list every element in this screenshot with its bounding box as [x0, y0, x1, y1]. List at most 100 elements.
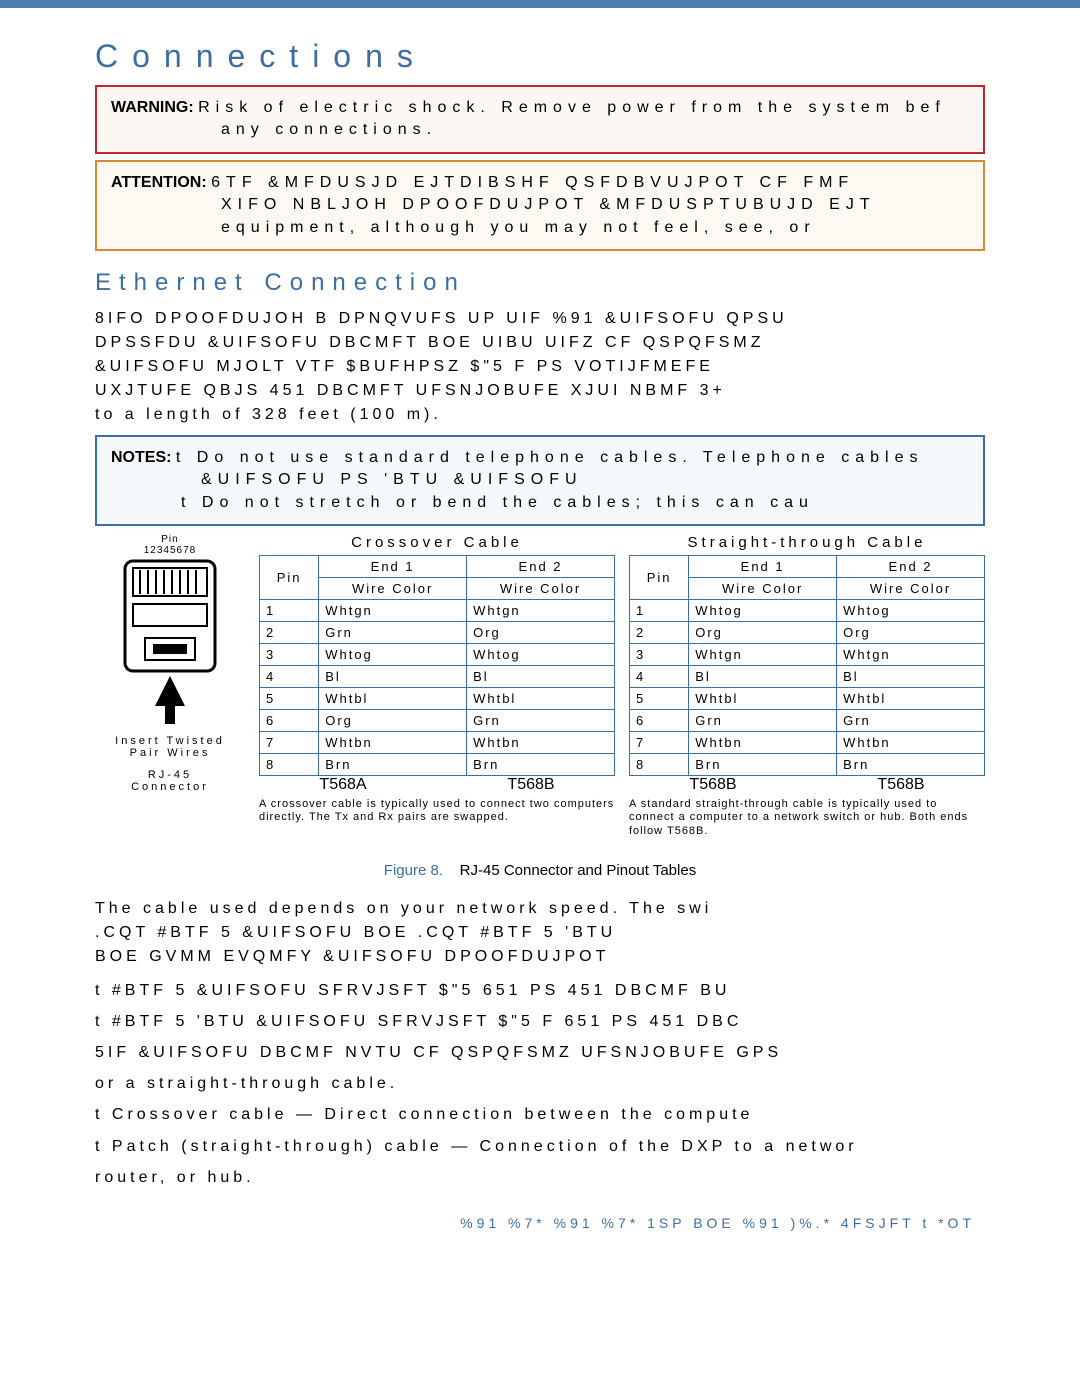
table-row: 7WhtbnWhtbn	[260, 732, 615, 754]
table-cell: Brn	[837, 754, 985, 776]
straight-table: Pin End 1 End 2 Wire Color Wire Color 1W…	[629, 555, 985, 776]
body-paragraph-2: The cable used depends on your network s…	[95, 897, 985, 969]
table-cell: Whtgn	[467, 600, 615, 622]
crossover-table: Pin End 1 End 2 Wire Color Wire Color 1W…	[259, 555, 615, 776]
table-cell: 1	[630, 600, 689, 622]
crossover-head-end2: End 2	[467, 556, 615, 578]
table-cell: Whtog	[837, 600, 985, 622]
table-cell: Org	[689, 622, 837, 644]
warning-text-1: Risk of electric shock. Remove power fro…	[198, 99, 946, 116]
table-cell: 5	[630, 688, 689, 710]
table-cell: Org	[837, 622, 985, 644]
straight-foot-row: T568B T568B	[629, 776, 985, 794]
intro-paragraph: 8IFO DPOOFDUJOH B DPNQVUFS UP UIF %91 &U…	[95, 307, 985, 427]
rj45-label: RJ-45	[95, 769, 245, 781]
insert-label: Insert Twisted	[95, 735, 245, 747]
table-row: 3WhtogWhtog	[260, 644, 615, 666]
attention-text-1: 6TF &MFDUSJD EJTDIBSHF QSFDBVUJPOT CF FM…	[211, 174, 854, 191]
table-row: 5WhtblWhtbl	[260, 688, 615, 710]
table-row: 2OrgOrg	[630, 622, 985, 644]
page-footer: %91 %7* %91 %7* 1SP BOE %91 )%.* 4FSJFT …	[95, 1215, 985, 1231]
attention-box: ATTENTION: 6TF &MFDUSJD EJTDIBSHF QSFDBV…	[95, 160, 985, 251]
bullet-4: or a straight-through cable.	[95, 1070, 985, 1097]
intro-line-5: to a length of 328 feet (100 m).	[95, 406, 442, 423]
notes-box: NOTES: t Do not use standard telephone c…	[95, 435, 985, 526]
table-cell: Whtgn	[319, 600, 467, 622]
table-cell: Bl	[689, 666, 837, 688]
table-cell: 7	[260, 732, 319, 754]
body2-line-1: The cable used depends on your network s…	[95, 900, 712, 917]
table-cell: Bl	[837, 666, 985, 688]
intro-line-2: DPSSFDU &UIFSOFU DBCMFT BOE UIBU UIFZ CF…	[95, 334, 765, 351]
straight-table-column: Straight-through Cable Pin End 1 End 2 W…	[629, 534, 985, 838]
bullet-6: t Patch (straight-through) cable — Conne…	[95, 1133, 985, 1160]
table-cell: Whtgn	[689, 644, 837, 666]
intro-line-1: 8IFO DPOOFDUJOH B DPNQVUFS UP UIF %91 &U…	[95, 310, 788, 327]
top-accent-bar	[0, 0, 1080, 8]
table-cell: Whtbn	[689, 732, 837, 754]
notes-label: NOTES:	[111, 449, 171, 466]
crossover-title: Crossover Cable	[259, 534, 615, 551]
crossover-note: A crossover cable is typically used to c…	[259, 798, 615, 824]
attention-text-3: equipment, although you may not feel, se…	[221, 219, 816, 236]
table-cell: Grn	[319, 622, 467, 644]
straight-head-wc2: Wire Color	[837, 578, 985, 600]
figure-caption: Figure 8. RJ-45 Connector and Pinout Tab…	[95, 862, 985, 879]
table-cell: 2	[630, 622, 689, 644]
table-cell: Whtbl	[319, 688, 467, 710]
table-cell: Bl	[319, 666, 467, 688]
table-cell: Grn	[467, 710, 615, 732]
table-cell: Whtbl	[837, 688, 985, 710]
notes-line-2: &UIFSOFU PS 'BTU &UIFSOFU	[201, 471, 583, 488]
connector-word: Connector	[95, 781, 245, 793]
table-row: 5WhtblWhtbl	[630, 688, 985, 710]
table-row: 2GrnOrg	[260, 622, 615, 644]
warning-text-2: any connections.	[221, 121, 437, 138]
pair-label: Pair Wires	[95, 747, 245, 759]
table-cell: 5	[260, 688, 319, 710]
page-title: Connections	[95, 38, 985, 75]
tables-row: Pin 12345678 Insert Twisted Pair Wires	[95, 534, 985, 838]
crossover-foot-row: T568A T568B	[259, 776, 615, 794]
figure-caption-text: RJ-45 Connector and Pinout Tables	[460, 862, 697, 879]
table-cell: Whtog	[689, 600, 837, 622]
table-cell: Org	[467, 622, 615, 644]
notes-line-1: t Do not use standard telephone cables. …	[176, 449, 924, 466]
warning-label: WARNING:	[111, 99, 194, 116]
table-cell: Org	[319, 710, 467, 732]
pin-label-top: Pin	[95, 534, 245, 545]
table-row: 4BlBl	[260, 666, 615, 688]
notes-line-3: t Do not stretch or bend the cables; thi…	[181, 494, 814, 511]
table-row: 4BlBl	[630, 666, 985, 688]
straight-head-end2: End 2	[837, 556, 985, 578]
bullet-7: router, or hub.	[95, 1164, 985, 1191]
table-cell: 8	[260, 754, 319, 776]
table-cell: Grn	[689, 710, 837, 732]
crossover-head-end1: End 1	[319, 556, 467, 578]
straight-title: Straight-through Cable	[629, 534, 985, 551]
table-cell: 3	[630, 644, 689, 666]
table-cell: 4	[630, 666, 689, 688]
table-row: 8BrnBrn	[630, 754, 985, 776]
table-cell: 3	[260, 644, 319, 666]
table-row: 1WhtgnWhtgn	[260, 600, 615, 622]
table-cell: 6	[260, 710, 319, 732]
figure-label: Figure 8.	[384, 862, 443, 879]
table-cell: Brn	[689, 754, 837, 776]
bullet-1: t #BTF 5 &UIFSOFU SFRVJSFT $"5 651 PS 45…	[95, 977, 985, 1004]
bullet-3: 5IF &UIFSOFU DBCMF NVTU CF QSPQFSMZ UFSN…	[95, 1039, 985, 1066]
pin-numbers: 12345678	[95, 545, 245, 556]
bullet-5: t Crossover cable — Direct connection be…	[95, 1101, 985, 1128]
table-row: 6GrnGrn	[630, 710, 985, 732]
straight-note: A standard straight-through cable is typ…	[629, 798, 985, 838]
crossover-head-wc1: Wire Color	[319, 578, 467, 600]
table-row: 7WhtbnWhtbn	[630, 732, 985, 754]
table-cell: Whtbn	[837, 732, 985, 754]
page-content: Connections WARNING: Risk of electric sh…	[0, 38, 1080, 1261]
table-cell: Whtbl	[467, 688, 615, 710]
straight-foot-1: T568B	[629, 776, 797, 794]
table-row: 6OrgGrn	[260, 710, 615, 732]
straight-head-pin: Pin	[630, 556, 689, 600]
bullet-2: t #BTF 5 'BTU &UIFSOFU SFRVJSFT $"5 F 65…	[95, 1008, 985, 1035]
table-row: 1WhtogWhtog	[630, 600, 985, 622]
